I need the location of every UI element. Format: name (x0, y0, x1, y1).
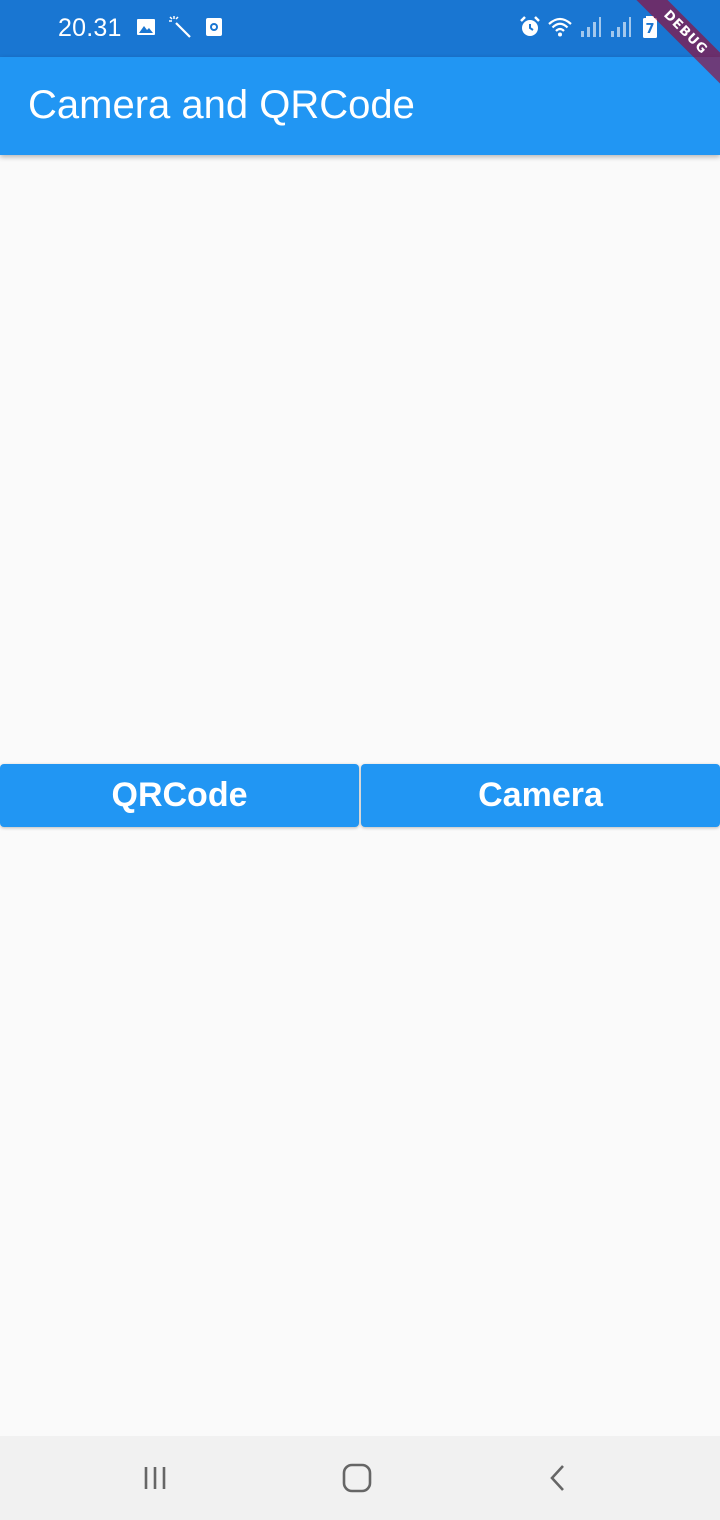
signal-icon (611, 17, 631, 37)
screen: 20.31 7 DEBUG Camera and QRCode QRCode C… (0, 0, 720, 1520)
main-content: QRCode Camera (0, 155, 720, 1436)
image-icon (137, 19, 155, 35)
status-time: 20.31 (58, 14, 122, 42)
status-bar: 20.31 7 (0, 0, 720, 57)
qrcode-button[interactable]: QRCode (0, 764, 359, 827)
alarm-icon (520, 16, 540, 36)
button-row: QRCode Camera (0, 764, 720, 827)
home-button[interactable] (337, 1458, 377, 1498)
recent-apps-icon (144, 1467, 166, 1489)
status-right-icons: 7 (518, 15, 662, 39)
camera-app-icon (206, 18, 222, 36)
page-title: Camera and QRCode (28, 83, 415, 127)
navigation-bar (0, 1436, 720, 1520)
back-button[interactable] (538, 1458, 578, 1498)
home-icon (342, 1463, 372, 1493)
camera-button[interactable]: Camera (361, 764, 720, 827)
wifi-icon (548, 17, 572, 37)
recent-apps-button[interactable] (135, 1458, 175, 1498)
magic-wand-icon (169, 16, 191, 38)
app-bar: Camera and QRCode (0, 57, 720, 155)
status-left-icons (134, 15, 226, 39)
back-icon (550, 1465, 564, 1491)
signal-icon (581, 17, 601, 37)
battery-text: 7 (645, 22, 654, 37)
